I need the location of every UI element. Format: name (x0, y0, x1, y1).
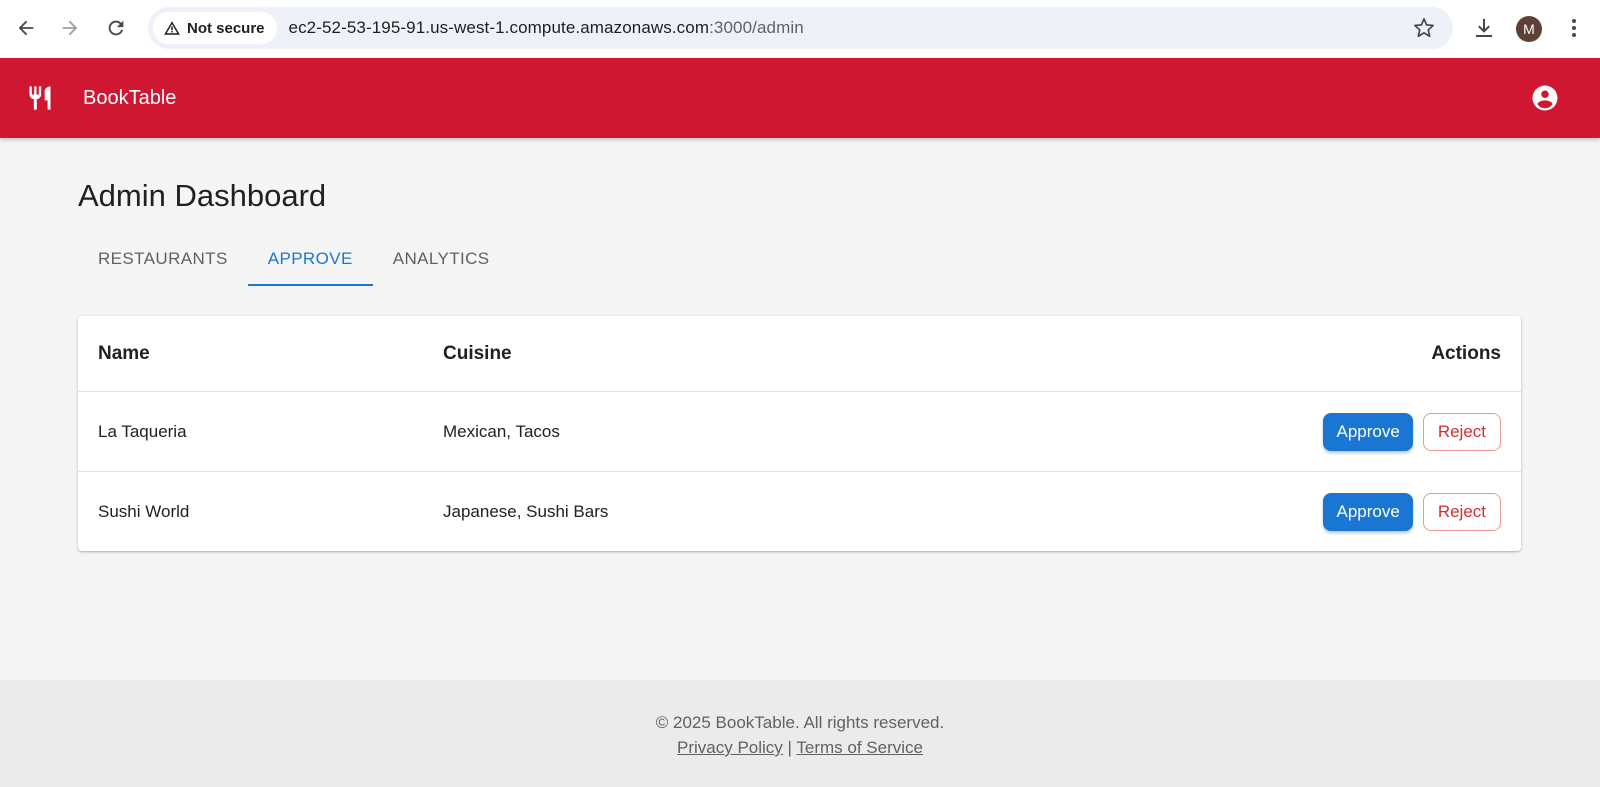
approve-button[interactable]: Approve (1323, 412, 1413, 451)
restaurant-name: La Taqueria (98, 421, 187, 441)
back-button[interactable] (12, 14, 40, 42)
url-host: ec2-52-53-195-91.us-west-1.compute.amazo… (288, 18, 710, 37)
table-row: Sushi World Japanese, Sushi Bars Approve… (78, 472, 1521, 551)
table-header-row: Name Cuisine Actions (78, 316, 1521, 392)
security-label: Not secure (187, 19, 265, 37)
reload-icon (108, 20, 124, 36)
restaurant-name: Sushi World (98, 501, 190, 521)
tab-analytics[interactable]: Analytics (373, 232, 510, 286)
forward-button[interactable] (56, 14, 84, 42)
column-header-name: Name (98, 342, 150, 364)
terms-of-service-link[interactable]: Terms of Service (796, 738, 923, 757)
restaurant-icon (29, 86, 51, 110)
restaurant-cuisine: Mexican, Tacos (443, 421, 560, 441)
brand-name[interactable]: BookTable (83, 87, 176, 110)
warning-icon (164, 21, 180, 35)
more-vert-icon[interactable] (1562, 16, 1586, 40)
url-path: :3000/admin (709, 18, 804, 37)
download-icon[interactable] (1472, 16, 1496, 40)
pending-restaurants-table: Name Cuisine Actions La Taqueria Mexican… (78, 316, 1521, 551)
address-bar[interactable]: Not secure ec2-52-53-195-91.us-west-1.co… (148, 7, 1453, 49)
footer: © 2025 BookTable. All rights reserved. P… (0, 680, 1600, 787)
column-header-actions: Actions (1431, 342, 1501, 364)
footer-separator: | (787, 738, 792, 757)
bookmark-star-icon[interactable] (1413, 17, 1435, 39)
reject-button[interactable]: Reject (1422, 412, 1501, 451)
tab-restaurants[interactable]: Restaurants (78, 232, 248, 286)
column-header-cuisine: Cuisine (443, 342, 512, 364)
dashboard-tabs: Restaurants Approve Analytics (78, 232, 510, 286)
app-bar: BookTable (0, 58, 1600, 138)
privacy-policy-link[interactable]: Privacy Policy (677, 738, 783, 757)
security-chip[interactable]: Not secure (153, 12, 277, 44)
footer-links: Privacy Policy | Terms of Service (0, 738, 1600, 758)
url-text: ec2-52-53-195-91.us-west-1.compute.amazo… (289, 18, 804, 38)
table-row: La Taqueria Mexican, Tacos Approve Rejec… (78, 392, 1521, 472)
row-actions: Approve Reject (1323, 492, 1501, 531)
arrow-left-icon (18, 20, 34, 36)
page-title: Admin Dashboard (78, 178, 327, 213)
profile-avatar[interactable]: M (1516, 16, 1542, 42)
reload-button[interactable] (102, 14, 130, 42)
approve-button[interactable]: Approve (1323, 492, 1413, 531)
browser-toolbar: Not secure ec2-52-53-195-91.us-west-1.co… (0, 0, 1600, 58)
reject-button[interactable]: Reject (1422, 492, 1501, 531)
copyright-text: © 2025 BookTable. All rights reserved. (655, 713, 945, 732)
row-actions: Approve Reject (1323, 412, 1501, 451)
tab-approve[interactable]: Approve (247, 232, 373, 286)
arrow-right-icon (62, 20, 78, 36)
account-circle-icon[interactable] (1530, 83, 1560, 113)
restaurant-cuisine: Japanese, Sushi Bars (443, 501, 609, 521)
